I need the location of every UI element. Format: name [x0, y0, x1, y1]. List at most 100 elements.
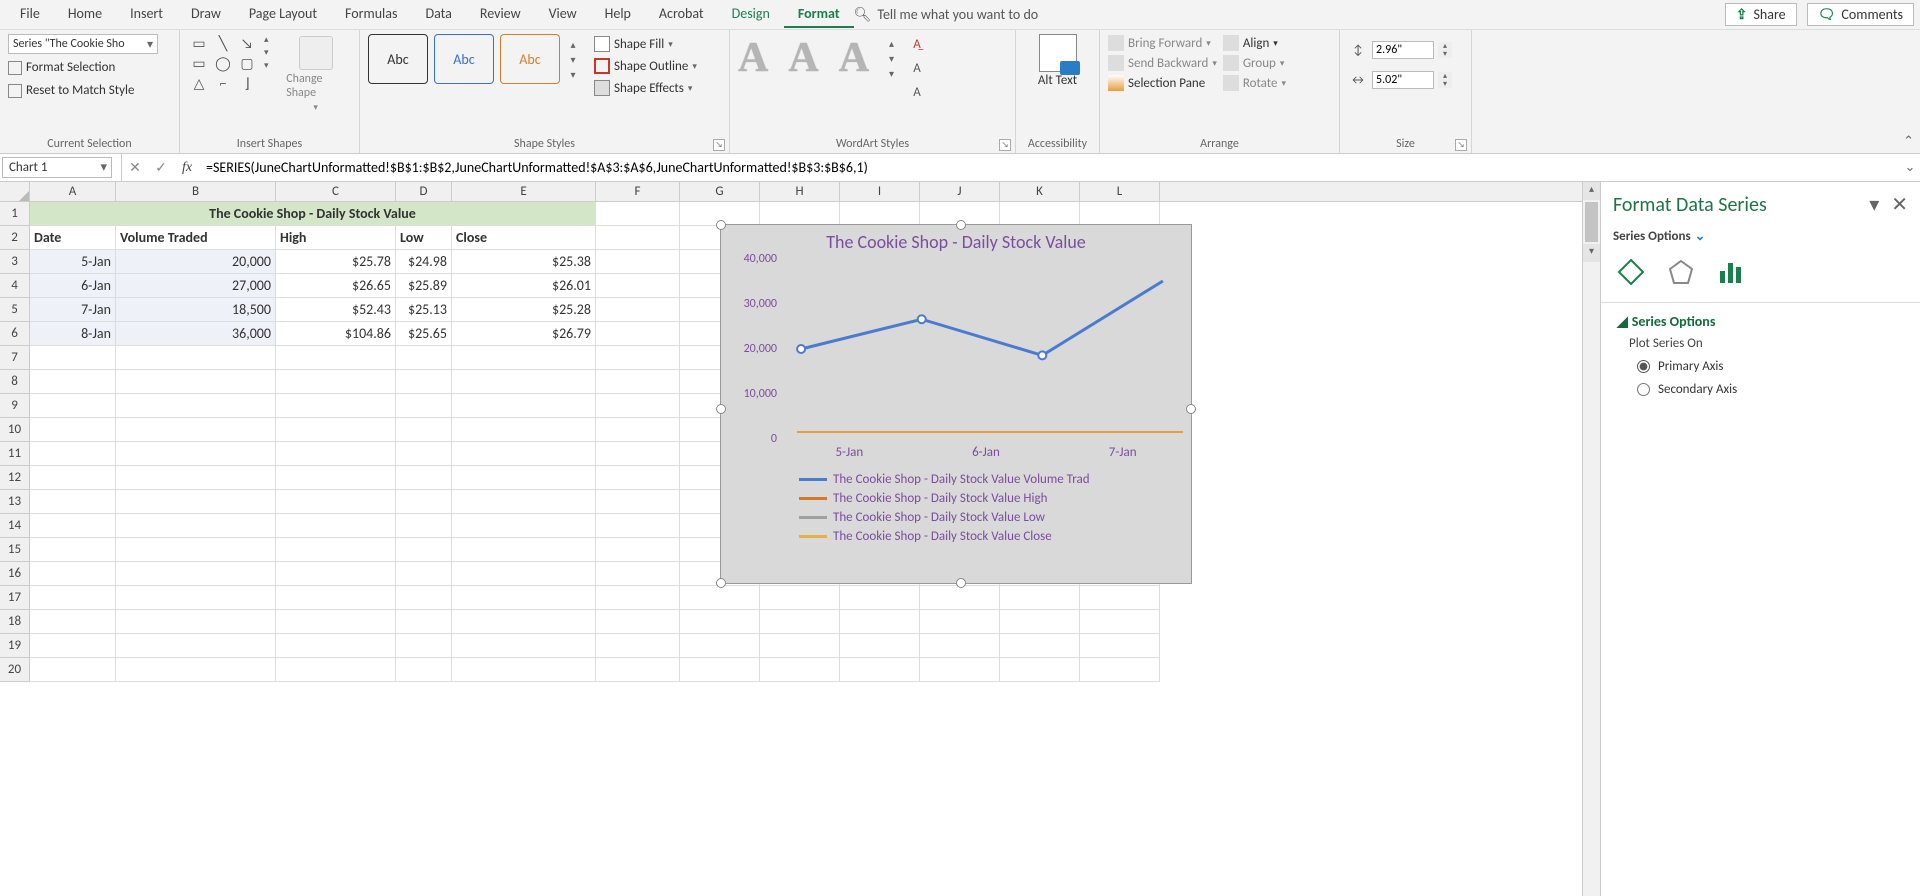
cell[interactable] [276, 490, 396, 514]
cell[interactable] [276, 562, 396, 586]
row-header[interactable]: 20 [0, 658, 30, 682]
section-header[interactable]: ◢Series Options [1617, 313, 1904, 330]
cell[interactable] [276, 514, 396, 538]
brace-shape-icon[interactable]: ⌋ [236, 74, 258, 92]
row-header[interactable]: 10 [0, 418, 30, 442]
cell[interactable] [30, 562, 116, 586]
cell[interactable] [116, 538, 276, 562]
cell[interactable] [452, 634, 596, 658]
cell[interactable] [760, 202, 840, 226]
cell[interactable] [30, 418, 116, 442]
primary-axis-radio[interactable]: Primary Axis [1617, 355, 1904, 378]
cell[interactable] [116, 586, 276, 610]
cell[interactable] [596, 274, 680, 298]
cell[interactable] [596, 298, 680, 322]
cell[interactable] [760, 658, 840, 682]
elbow-shape-icon[interactable]: ⌐ [212, 74, 234, 92]
cell[interactable]: $25.78 [276, 250, 396, 274]
cell[interactable]: $25.89 [396, 274, 452, 298]
chart-plot-area[interactable]: 010,00020,00030,00040,000 [781, 259, 1183, 439]
row-header[interactable]: 19 [0, 634, 30, 658]
row-header[interactable]: 6 [0, 322, 30, 346]
cell[interactable] [452, 490, 596, 514]
width-input[interactable] [1372, 71, 1434, 89]
col-header-K[interactable]: K [1000, 182, 1080, 201]
cell[interactable] [596, 418, 680, 442]
cell[interactable] [30, 346, 116, 370]
cell[interactable] [116, 490, 276, 514]
textbox-shape-icon[interactable]: ▭ [188, 34, 210, 52]
wordart-style-1[interactable]: A [738, 34, 768, 82]
row-header[interactable]: 7 [0, 346, 30, 370]
align-button[interactable]: Align▾ [1223, 34, 1286, 52]
cell[interactable] [396, 610, 452, 634]
expand-formula-bar-icon[interactable]: ⌄ [1900, 160, 1920, 175]
cell[interactable] [920, 610, 1000, 634]
shape-effects-button[interactable]: Shape Effects▾ [594, 78, 697, 98]
menu-format[interactable]: Format [784, 1, 854, 28]
row-header[interactable]: 3 [0, 250, 30, 274]
enter-formula-icon[interactable]: ✓ [148, 159, 174, 176]
chevron-down-icon[interactable]: ▾ [668, 39, 673, 50]
cell[interactable] [596, 226, 680, 250]
cell[interactable] [116, 562, 276, 586]
menu-file[interactable]: File [6, 1, 54, 28]
col-header-G[interactable]: G [680, 182, 760, 201]
shapes-more[interactable]: ▴▾▾ [264, 34, 274, 71]
cell[interactable] [452, 538, 596, 562]
cell[interactable] [1080, 610, 1160, 634]
cell[interactable] [396, 418, 452, 442]
cell[interactable] [760, 610, 840, 634]
cell[interactable] [30, 538, 116, 562]
menu-data[interactable]: Data [411, 1, 465, 28]
cell[interactable] [452, 514, 596, 538]
shape-outline-button[interactable]: Shape Outline▾ [594, 56, 697, 76]
wordart-more[interactable]: ▴▾▾ [889, 37, 894, 80]
cell[interactable] [1000, 634, 1080, 658]
menu-acrobat[interactable]: Acrobat [645, 1, 718, 28]
menu-help[interactable]: Help [591, 1, 645, 28]
text-fill-icon[interactable]: A̲ [906, 34, 928, 54]
chart-title[interactable]: The Cookie Shop - Daily Stock Value [721, 225, 1191, 259]
select-all-button[interactable] [0, 182, 30, 202]
text-effects-icon[interactable]: A [906, 82, 928, 102]
chart-y-axis[interactable]: 010,00020,00030,00040,000 [725, 259, 777, 439]
cell[interactable]: The Cookie Shop - Daily Stock Value [30, 202, 596, 226]
cell[interactable] [840, 658, 920, 682]
cell[interactable] [596, 490, 680, 514]
line-arrow-icon[interactable]: ↘ [236, 34, 258, 52]
tell-me-search[interactable]: 🔍︎ Tell me what you want to do [854, 6, 1039, 23]
cell[interactable] [116, 370, 276, 394]
legend-item[interactable]: The Cookie Shop - Daily Stock Value Low [799, 508, 1191, 527]
cell[interactable] [30, 610, 116, 634]
cell[interactable] [276, 586, 396, 610]
cell[interactable]: 7-Jan [30, 298, 116, 322]
cell[interactable]: 8-Jan [30, 322, 116, 346]
row-header[interactable]: 5 [0, 298, 30, 322]
cell[interactable] [30, 586, 116, 610]
cell[interactable] [596, 610, 680, 634]
embedded-chart[interactable]: The Cookie Shop - Daily Stock Value 010,… [720, 224, 1192, 584]
row-header[interactable]: 12 [0, 466, 30, 490]
cell[interactable] [596, 322, 680, 346]
cell[interactable] [596, 202, 680, 226]
cell[interactable] [30, 634, 116, 658]
shape-styles-more[interactable]: ▴▾▾ [566, 34, 580, 84]
cell[interactable] [452, 466, 596, 490]
cell[interactable] [596, 514, 680, 538]
cell[interactable] [452, 370, 596, 394]
cell[interactable] [1080, 202, 1160, 226]
row-header[interactable]: 9 [0, 394, 30, 418]
cell[interactable] [276, 466, 396, 490]
legend-item[interactable]: The Cookie Shop - Daily Stock Value Volu… [799, 470, 1191, 489]
cell[interactable] [30, 514, 116, 538]
cell[interactable]: $25.13 [396, 298, 452, 322]
chart-x-axis[interactable]: 5-Jan6-Jan7-Jan [721, 439, 1191, 466]
cell[interactable]: Date [30, 226, 116, 250]
oval-shape-icon[interactable]: ◯ [212, 54, 234, 72]
cell[interactable] [276, 538, 396, 562]
cell[interactable]: $26.79 [452, 322, 596, 346]
cell[interactable] [452, 394, 596, 418]
reset-match-style-button[interactable]: Reset to Match Style [8, 81, 134, 100]
cell[interactable] [920, 658, 1000, 682]
